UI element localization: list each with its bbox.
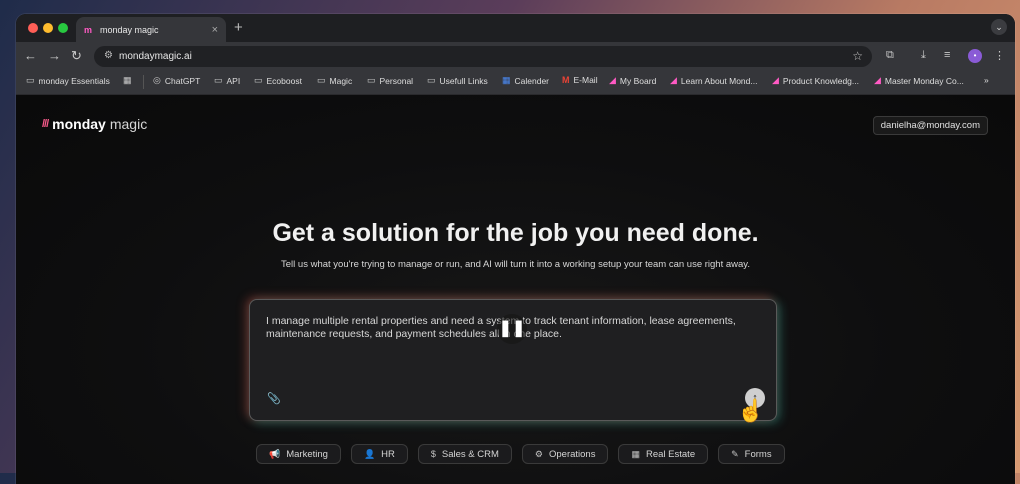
extensions-icon[interactable]: ⧉ (886, 49, 894, 62)
new-tab-icon[interactable]: + (234, 19, 243, 36)
pause-icon[interactable]: ❚❚ (497, 314, 527, 344)
bookmark-ecoboost[interactable]: ▭ Ecoboost (254, 75, 302, 86)
bookmark-label: E-Mail (573, 75, 598, 85)
bookmarks-overflow-icon[interactable]: » (984, 75, 989, 85)
monday-icon: ◢ (609, 75, 616, 85)
folder-icon: ▭ (254, 75, 263, 85)
bookmark-master-monday[interactable]: ◢ Master Monday Co... (874, 75, 964, 86)
bookmark-label: monday Essentials (38, 75, 110, 86)
bookmark-learn-about-monday[interactable]: ◢ Learn About Mond... (670, 75, 757, 86)
bookmark-label: Ecoboost (266, 75, 302, 86)
category-chip-operations[interactable]: ⚙ Operations (521, 444, 609, 464)
form-icon: ✎ (731, 448, 739, 459)
logo-subtext: magic (109, 116, 148, 132)
bookmark-my-board[interactable]: ◢ My Board (609, 75, 656, 86)
site-info-icon[interactable]: ⚙ (104, 50, 113, 61)
address-bar[interactable]: ⚙ mondaymagic.ai ☆ (94, 46, 872, 67)
profile-avatar[interactable]: • (968, 49, 982, 63)
folder-icon: ▭ (214, 75, 223, 85)
bookmark-label: Usefull Links (439, 75, 488, 86)
minimize-window-icon[interactable] (43, 23, 53, 33)
chip-label: Marketing (286, 448, 328, 460)
category-chip-hr[interactable]: 👤 HR (350, 444, 408, 464)
tab-title: monday magic (100, 24, 159, 35)
tab-search-icon[interactable]: ⌄ (991, 19, 1007, 35)
chatgpt-icon: ◎ (153, 75, 161, 85)
page-content: /// monday magic danielha@monday.com Get… (16, 95, 1015, 484)
browser-window: m monday magic × + ⌄ ← → ↻ ⚙ mondaymagic… (16, 14, 1015, 484)
category-chip-real-estate[interactable]: ▦ Real Estate (618, 444, 709, 464)
maximize-window-icon[interactable] (58, 23, 68, 33)
tab-bar: m monday magic × + ⌄ (16, 14, 1015, 42)
bookmark-star-icon[interactable]: ☆ (852, 49, 863, 63)
bookmark-label: My Board (619, 75, 657, 86)
bookmark-email[interactable]: M E-Mail (562, 75, 598, 85)
monday-magic-logo[interactable]: /// monday magic (42, 116, 147, 132)
chip-label: Real Estate (646, 448, 696, 460)
bookmark-label: Master Monday Co... (884, 75, 964, 86)
bookmark-magic[interactable]: ▭ Magic (317, 75, 352, 86)
hand-cursor-icon: ☝ (737, 398, 765, 423)
person-icon: 👤 (363, 448, 376, 459)
bookmark-label: ChatGPT (164, 75, 201, 86)
bookmark-usefull-links[interactable]: ▭ Usefull Links (427, 75, 488, 86)
logo-text: monday (52, 116, 106, 132)
browser-toolbar: ← → ↻ ⚙ mondaymagic.ai ☆ ⧉ ⤓ ≡ • ⋮ (16, 42, 1015, 70)
bookmark-label: Learn About Mond... (680, 75, 758, 86)
monday-icon: ◢ (772, 75, 779, 85)
monday-logo-icon: /// (42, 118, 49, 130)
apps-grid-icon[interactable]: ▦ (123, 75, 132, 86)
category-chip-marketing[interactable]: 📢 Marketing (256, 444, 341, 464)
attach-paperclip-icon[interactable]: 📎 (267, 392, 281, 405)
chip-label: Forms (744, 448, 772, 460)
category-chip-sales-crm[interactable]: $ Sales & CRM (417, 444, 512, 464)
url-text[interactable]: mondaymagic.ai (119, 51, 192, 62)
monday-favicon-icon: m (84, 24, 93, 35)
chip-label: Sales & CRM (441, 448, 499, 460)
bookmark-label: Calender (514, 75, 550, 86)
category-chip-forms[interactable]: ✎ Forms (718, 444, 785, 464)
folder-icon: ▭ (427, 75, 436, 85)
bookmark-chatgpt[interactable]: ◎ ChatGPT (153, 75, 200, 86)
page-subtitle: Tell us what you're trying to manage or … (281, 259, 750, 270)
close-window-icon[interactable] (28, 23, 38, 33)
monday-icon: ◢ (670, 75, 677, 85)
reading-list-icon[interactable]: ≡ (944, 49, 950, 61)
bookmark-label: Personal (379, 75, 414, 86)
bookmarks-bar: ▭ monday Essentials ▦ ◎ ChatGPT ▭ API ▭ Ecob… (16, 70, 1015, 95)
bookmark-monday-essentials[interactable]: ▭ monday Essentials (26, 75, 110, 86)
bookmark-label: API (226, 75, 241, 86)
folder-icon: ▭ (367, 75, 376, 85)
download-icon[interactable]: ⤓ (921, 49, 926, 62)
bookmark-product-knowledge[interactable]: ◢ Product Knowledg... (772, 75, 859, 86)
megaphone-icon: 📢 (269, 448, 281, 459)
dollar-icon: $ (430, 449, 436, 459)
back-icon[interactable]: ← (24, 48, 37, 63)
bookmark-personal[interactable]: ▭ Personal (367, 75, 413, 86)
chip-label: HR (381, 448, 395, 460)
bookmark-api[interactable]: ▭ API (214, 75, 240, 86)
bookmark-label: Product Knowledg... (782, 75, 859, 86)
folder-icon: ▭ (317, 75, 326, 85)
chip-label: Operations (549, 448, 596, 460)
gear-icon: ⚙ (534, 448, 543, 459)
tab-monday-magic[interactable]: m monday magic × (76, 17, 226, 42)
user-email-badge[interactable]: danielha@monday.com (872, 116, 988, 135)
bookmark-label: Magic (329, 75, 353, 86)
folder-icon: ▭ (26, 75, 35, 85)
menu-kebab-icon[interactable]: ⋮ (994, 49, 1005, 62)
gmail-icon: M (562, 75, 570, 85)
reload-icon[interactable]: ↻ (71, 48, 82, 64)
bookmark-separator (143, 75, 144, 89)
bookmark-calender[interactable]: ▦ Calender (502, 75, 549, 86)
page-title: Get a solution for the job you need done… (272, 219, 759, 247)
category-chips: 📢 Marketing 👤 HR $ Sales & CRM ⚙ Operations … (256, 444, 785, 464)
forward-icon[interactable]: → (48, 48, 61, 63)
monday-icon: ◢ (874, 75, 881, 85)
tab-close-icon[interactable]: × (212, 24, 218, 36)
building-icon: ▦ (631, 448, 640, 459)
calendar-icon: ▦ (502, 75, 511, 85)
